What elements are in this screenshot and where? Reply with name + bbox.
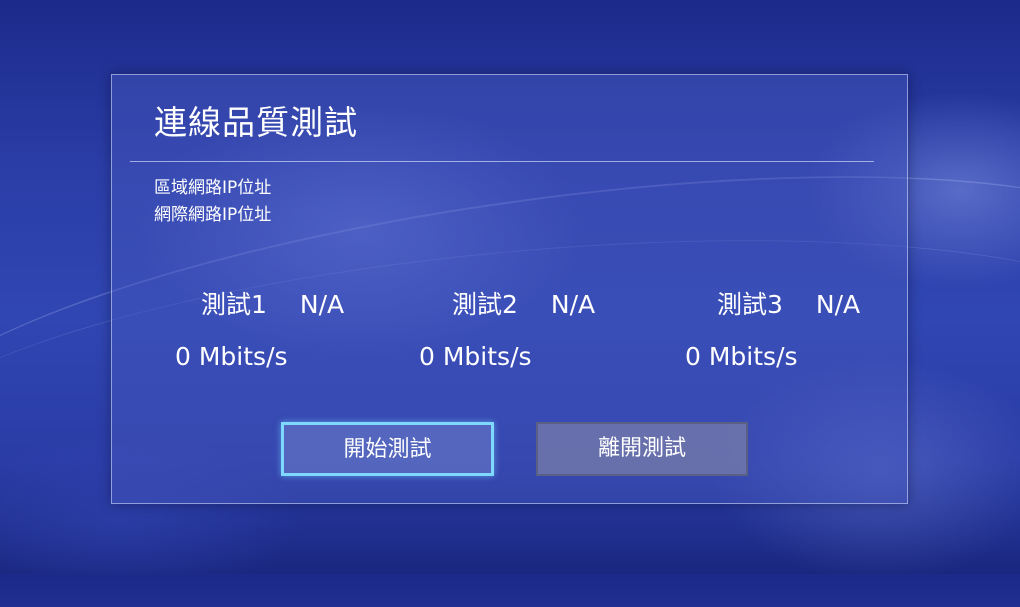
test-3-label: 測試3 — [717, 290, 783, 319]
wan-ip-label: 網際網路IP位址 — [154, 205, 272, 225]
start-test-button[interactable]: 開始測試 — [281, 422, 494, 476]
exit-test-button[interactable]: 離開測試 — [536, 422, 748, 476]
title-divider — [130, 161, 874, 162]
dialog-title: 連線品質測試 — [154, 103, 358, 142]
test-1-label: 測試1 — [201, 290, 267, 319]
connection-test-dialog: 連線品質測試 區域網路IP位址 網際網路IP位址 測試1 N/A 測試2 N/A 測… — [111, 74, 908, 504]
test-2-speed: 0 Mbits/s — [419, 342, 532, 371]
test-3-speed: 0 Mbits/s — [685, 342, 798, 371]
test-2-label: 測試2 — [452, 290, 518, 319]
test-3-header: 測試3 N/A — [717, 287, 860, 323]
test-1-speed: 0 Mbits/s — [175, 342, 288, 371]
test-1-status: N/A — [299, 290, 345, 319]
test-1-header: 測試1 N/A — [201, 287, 344, 323]
test-3-status: N/A — [815, 290, 861, 319]
lan-ip-label: 區域網路IP位址 — [154, 178, 272, 198]
test-2-header: 測試2 N/A — [452, 287, 595, 323]
test-2-status: N/A — [550, 290, 596, 319]
